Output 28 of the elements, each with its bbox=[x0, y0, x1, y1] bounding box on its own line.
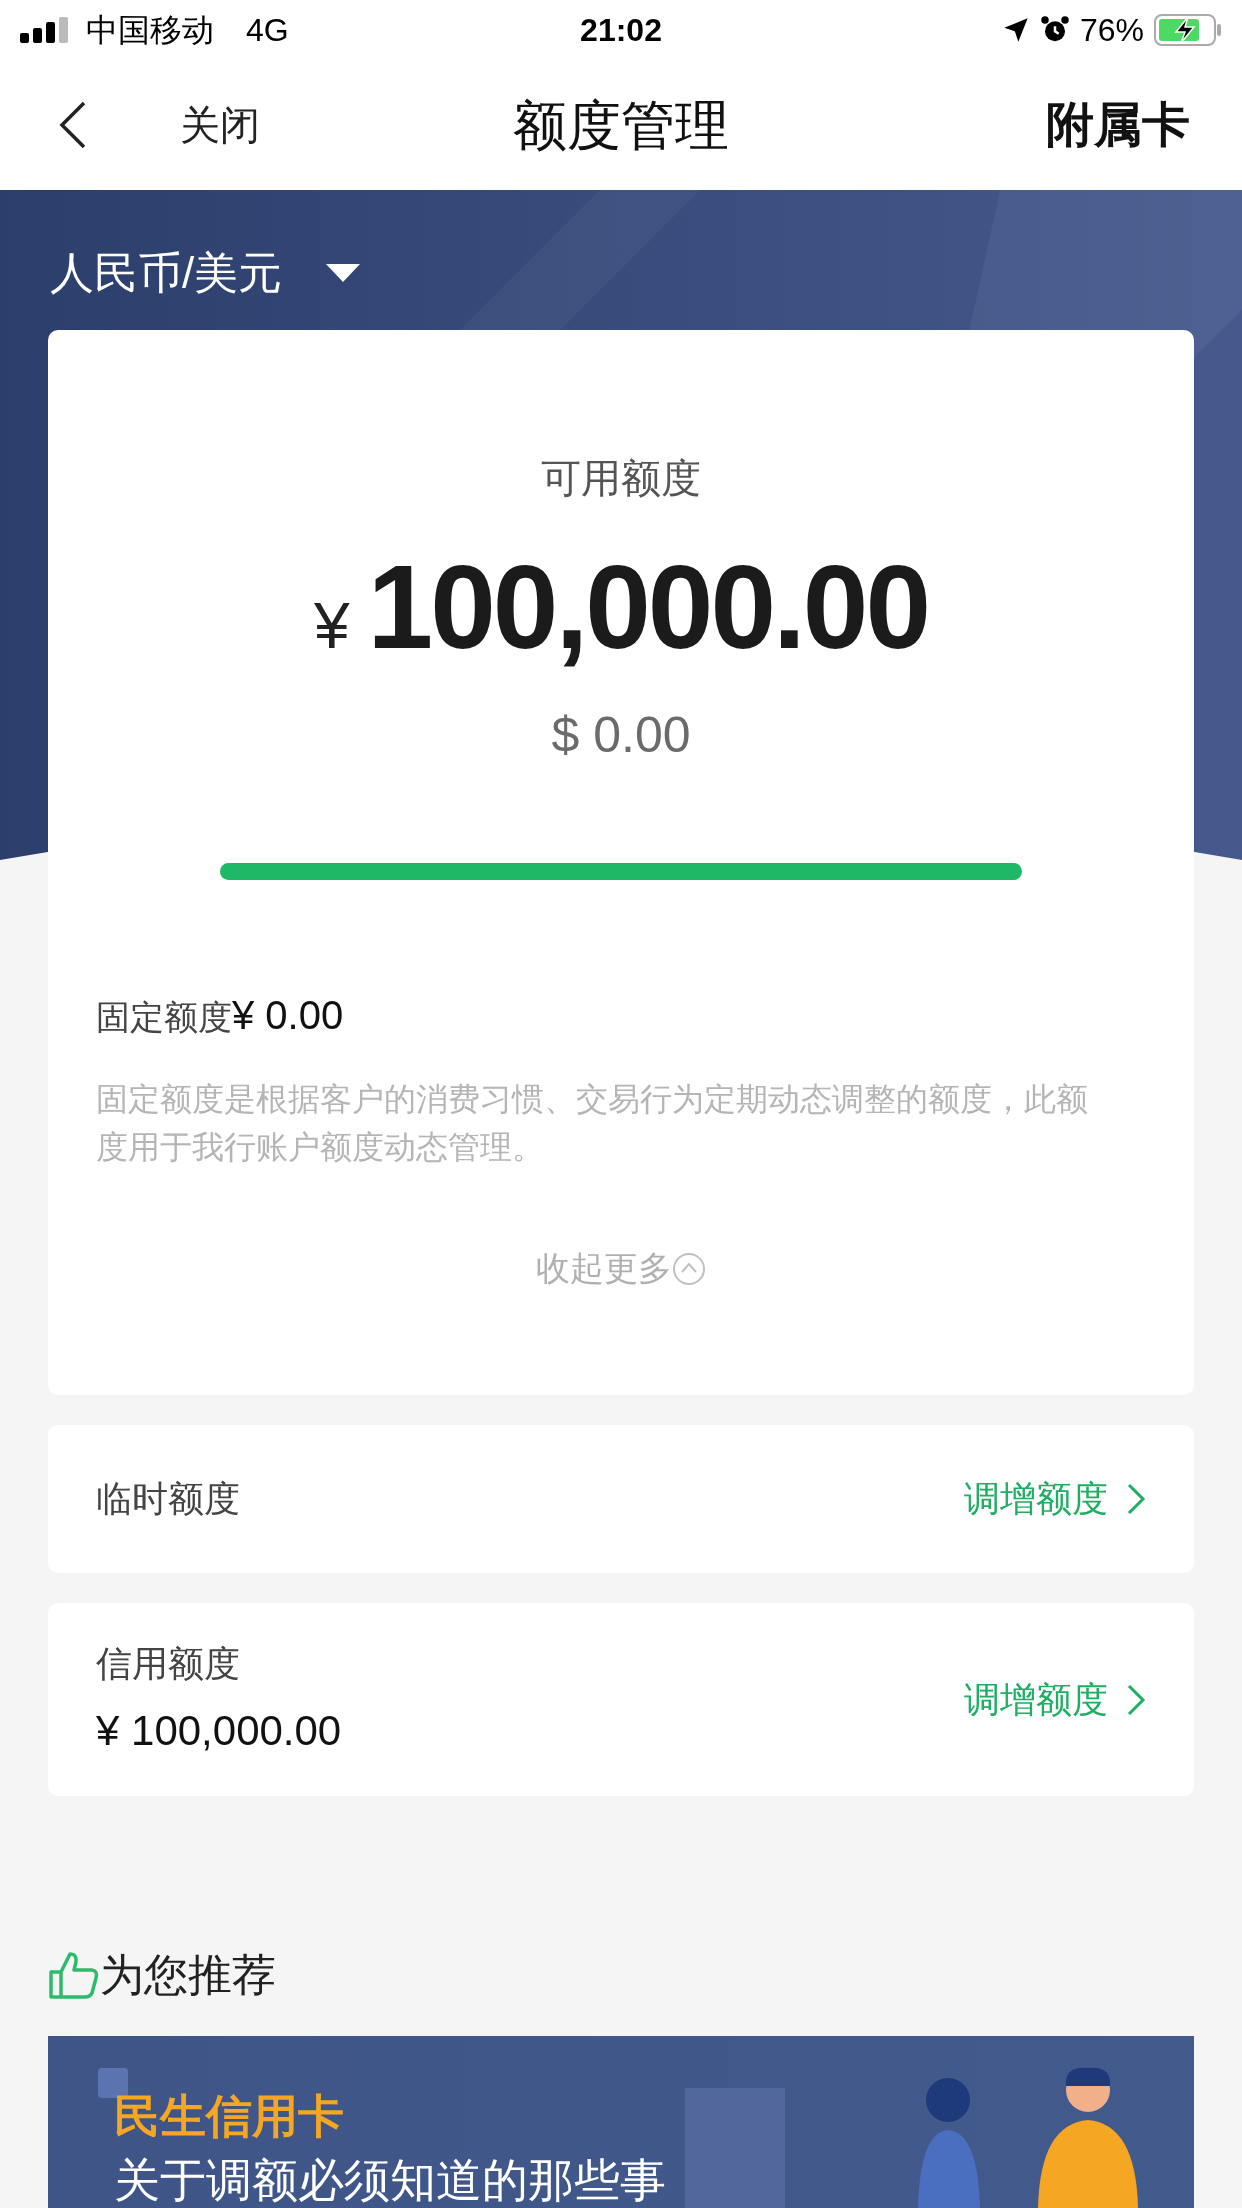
banner-brand: 民生信用卡 bbox=[114, 2089, 344, 2144]
network-type: 4G bbox=[246, 11, 289, 50]
chevron-right-icon bbox=[1126, 1682, 1146, 1717]
chevron-up-circle-icon bbox=[672, 1251, 706, 1286]
close-button[interactable]: 关闭 bbox=[180, 95, 260, 155]
fixed-limit-description: 固定额度是根据客户的消费习惯、交易行为定期动态调整的额度，此额度用于我行账户额度动态管理。 bbox=[96, 1080, 1089, 1167]
promo-banner[interactable]: 民生信用卡 关于调额必须知道的那些事 bbox=[48, 2036, 1194, 2208]
chevron-right-icon bbox=[1126, 1482, 1146, 1516]
fixed-limit-value: ¥ 0.00 bbox=[232, 992, 344, 1039]
dropdown-triangle-icon bbox=[326, 264, 361, 282]
thumbs-up-icon bbox=[48, 1950, 100, 2000]
available-limit-label: 可用额度 bbox=[541, 455, 701, 502]
limit-value: ¥ 100,000.00 bbox=[96, 1706, 342, 1756]
usd-amount: $ 0.00 bbox=[551, 706, 691, 765]
clock-time: 21:02 bbox=[580, 11, 662, 50]
currency-symbol: ¥ bbox=[313, 589, 350, 664]
carrier-name: 中国移动 bbox=[86, 11, 214, 50]
page-title: 额度管理 bbox=[513, 93, 729, 157]
supplementary-card-button[interactable]: 附属卡 bbox=[1046, 89, 1190, 161]
section-title: 为您推荐 bbox=[100, 1949, 276, 2001]
currency-dropdown[interactable]: 人民币/美元 bbox=[50, 240, 361, 306]
limit-label: 临时额度 bbox=[96, 1477, 240, 1521]
limit-label: 信用额度 bbox=[96, 1642, 241, 1686]
battery-charging-icon bbox=[1154, 14, 1222, 46]
battery-percent: 76% bbox=[1079, 11, 1144, 50]
available-amount: 100,000.00 bbox=[367, 548, 929, 666]
fixed-limit-label: 固定额度 bbox=[96, 997, 232, 1038]
banner-headline: 关于调额必须知道的那些事 bbox=[114, 2153, 666, 2208]
